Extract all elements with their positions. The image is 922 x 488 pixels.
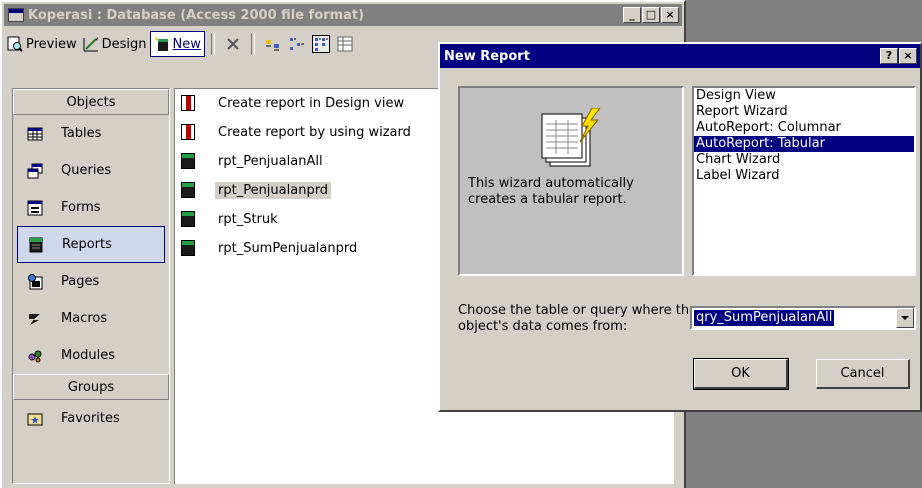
macro-icon bbox=[27, 311, 43, 327]
maximize-button[interactable]: □ bbox=[642, 7, 660, 23]
dropdown-arrow-button[interactable] bbox=[896, 308, 914, 328]
table-icon bbox=[27, 126, 43, 142]
large-icons-view-icon[interactable] bbox=[264, 35, 282, 53]
list-item-label: Create report by using wizard bbox=[218, 124, 411, 140]
wizard-description: This wizard automatically creates a tabu… bbox=[468, 176, 634, 207]
design-button[interactable]: Design bbox=[80, 32, 150, 56]
list-item-create-design-view[interactable]: Create report in Design view bbox=[181, 93, 407, 113]
form-icon bbox=[27, 200, 43, 216]
preview-icon bbox=[7, 36, 23, 52]
wizard-option[interactable]: Label Wizard bbox=[694, 168, 914, 184]
database-window-titlebar[interactable]: Koperasi : Database (Access 2000 file fo… bbox=[4, 4, 682, 26]
report-icon bbox=[181, 153, 195, 169]
objects-item-forms[interactable]: Forms bbox=[13, 189, 169, 226]
objects-item-label: Queries bbox=[61, 163, 112, 178]
objects-item-pages[interactable]: Pages bbox=[13, 263, 169, 300]
toolbar-separator bbox=[210, 33, 215, 55]
wizard-option-selected[interactable]: AutoReport: Tabular bbox=[694, 136, 914, 152]
list-item-label: rpt_SumPenjualanprd bbox=[218, 240, 358, 256]
report-icon bbox=[28, 237, 44, 253]
list-item-report[interactable]: rpt_PenjualanAll bbox=[181, 151, 326, 171]
preview-button[interactable]: Preview bbox=[4, 32, 80, 56]
dialog-title: New Report bbox=[444, 48, 530, 64]
design-icon bbox=[83, 36, 99, 52]
groups-item-favorites[interactable]: Favorites bbox=[13, 400, 169, 437]
list-item-label: rpt_Penjualanprd bbox=[215, 181, 332, 199]
objects-header[interactable]: Objects bbox=[13, 89, 169, 115]
dialog-close-button[interactable]: × bbox=[899, 48, 917, 64]
database-icon bbox=[8, 8, 24, 22]
objects-item-label: Macros bbox=[61, 311, 108, 326]
ok-button[interactable]: OK bbox=[693, 358, 789, 390]
database-window-title: Koperasi : Database (Access 2000 file fo… bbox=[28, 7, 365, 23]
objects-bar: Objects Tables Queries Forms Reports Pag… bbox=[12, 88, 170, 484]
toolbar-separator bbox=[250, 33, 255, 55]
minimize-button[interactable]: _ bbox=[623, 7, 641, 23]
small-icons-view-icon[interactable] bbox=[288, 35, 306, 53]
data-source-combobox[interactable]: qry_SumPenjualanAll bbox=[690, 306, 916, 330]
objects-item-label: Modules bbox=[61, 348, 116, 363]
groups-item-label: Favorites bbox=[61, 411, 120, 426]
module-icon bbox=[27, 348, 43, 364]
objects-item-label: Forms bbox=[61, 200, 101, 215]
preview-label: Preview bbox=[26, 36, 77, 52]
list-view-icon[interactable] bbox=[311, 35, 330, 53]
new-button[interactable]: New bbox=[149, 31, 205, 57]
list-item-report[interactable]: rpt_Struk bbox=[181, 209, 281, 229]
delete-icon[interactable] bbox=[224, 35, 242, 53]
wizard-option[interactable]: Chart Wizard bbox=[694, 152, 914, 168]
report-icon bbox=[181, 211, 195, 227]
report-icon bbox=[181, 182, 195, 198]
query-icon bbox=[27, 163, 43, 179]
tabular-report-icon bbox=[536, 107, 606, 174]
objects-item-queries[interactable]: Queries bbox=[13, 152, 169, 189]
list-item-report[interactable]: rpt_Penjualanprd bbox=[181, 180, 332, 200]
wizard-option[interactable]: Design View bbox=[694, 88, 914, 104]
list-item-label: Create report in Design view bbox=[218, 95, 405, 111]
dialog-titlebar[interactable]: New Report ? × bbox=[440, 44, 920, 68]
close-button[interactable]: × bbox=[661, 7, 679, 23]
design-view-shortcut-icon bbox=[181, 95, 195, 111]
objects-item-modules[interactable]: Modules bbox=[13, 337, 169, 374]
data-source-value: qry_SumPenjualanAll bbox=[694, 310, 835, 326]
favorites-icon bbox=[27, 411, 43, 427]
details-view-icon[interactable] bbox=[336, 35, 354, 53]
design-label: Design bbox=[101, 36, 147, 52]
wizard-option[interactable]: AutoReport: Columnar bbox=[694, 120, 914, 136]
list-item-report[interactable]: rpt_SumPenjualanprd bbox=[181, 238, 360, 258]
list-item-label: rpt_PenjualanAll bbox=[218, 153, 323, 169]
caption-buttons: _ □ × bbox=[622, 7, 679, 23]
objects-item-label: Tables bbox=[61, 126, 102, 141]
objects-item-label: Reports bbox=[62, 237, 112, 252]
wizard-shortcut-icon bbox=[181, 124, 195, 140]
chevron-down-icon bbox=[901, 316, 909, 320]
new-report-dialog: New Report ? × This wizard automatically… bbox=[438, 42, 922, 412]
help-button[interactable]: ? bbox=[880, 48, 898, 64]
list-item-label: rpt_Struk bbox=[218, 211, 278, 227]
new-label: New bbox=[172, 36, 201, 52]
cancel-button[interactable]: Cancel bbox=[816, 359, 910, 389]
wizard-list[interactable]: Design View Report Wizard AutoReport: Co… bbox=[692, 86, 916, 276]
data-source-label: Choose the table or query where the obje… bbox=[458, 303, 698, 334]
dialog-caption-buttons: ? × bbox=[879, 48, 917, 64]
page-icon bbox=[27, 273, 43, 290]
objects-item-macros[interactable]: Macros bbox=[13, 300, 169, 337]
wizard-option[interactable]: Report Wizard bbox=[694, 104, 914, 120]
objects-item-reports[interactable]: Reports bbox=[17, 226, 165, 263]
objects-item-label: Pages bbox=[61, 274, 100, 289]
report-icon bbox=[181, 240, 195, 256]
list-item-create-wizard[interactable]: Create report by using wizard bbox=[181, 122, 414, 142]
new-report-icon bbox=[154, 36, 170, 52]
objects-item-tables[interactable]: Tables bbox=[13, 115, 169, 152]
groups-header[interactable]: Groups bbox=[13, 374, 169, 400]
